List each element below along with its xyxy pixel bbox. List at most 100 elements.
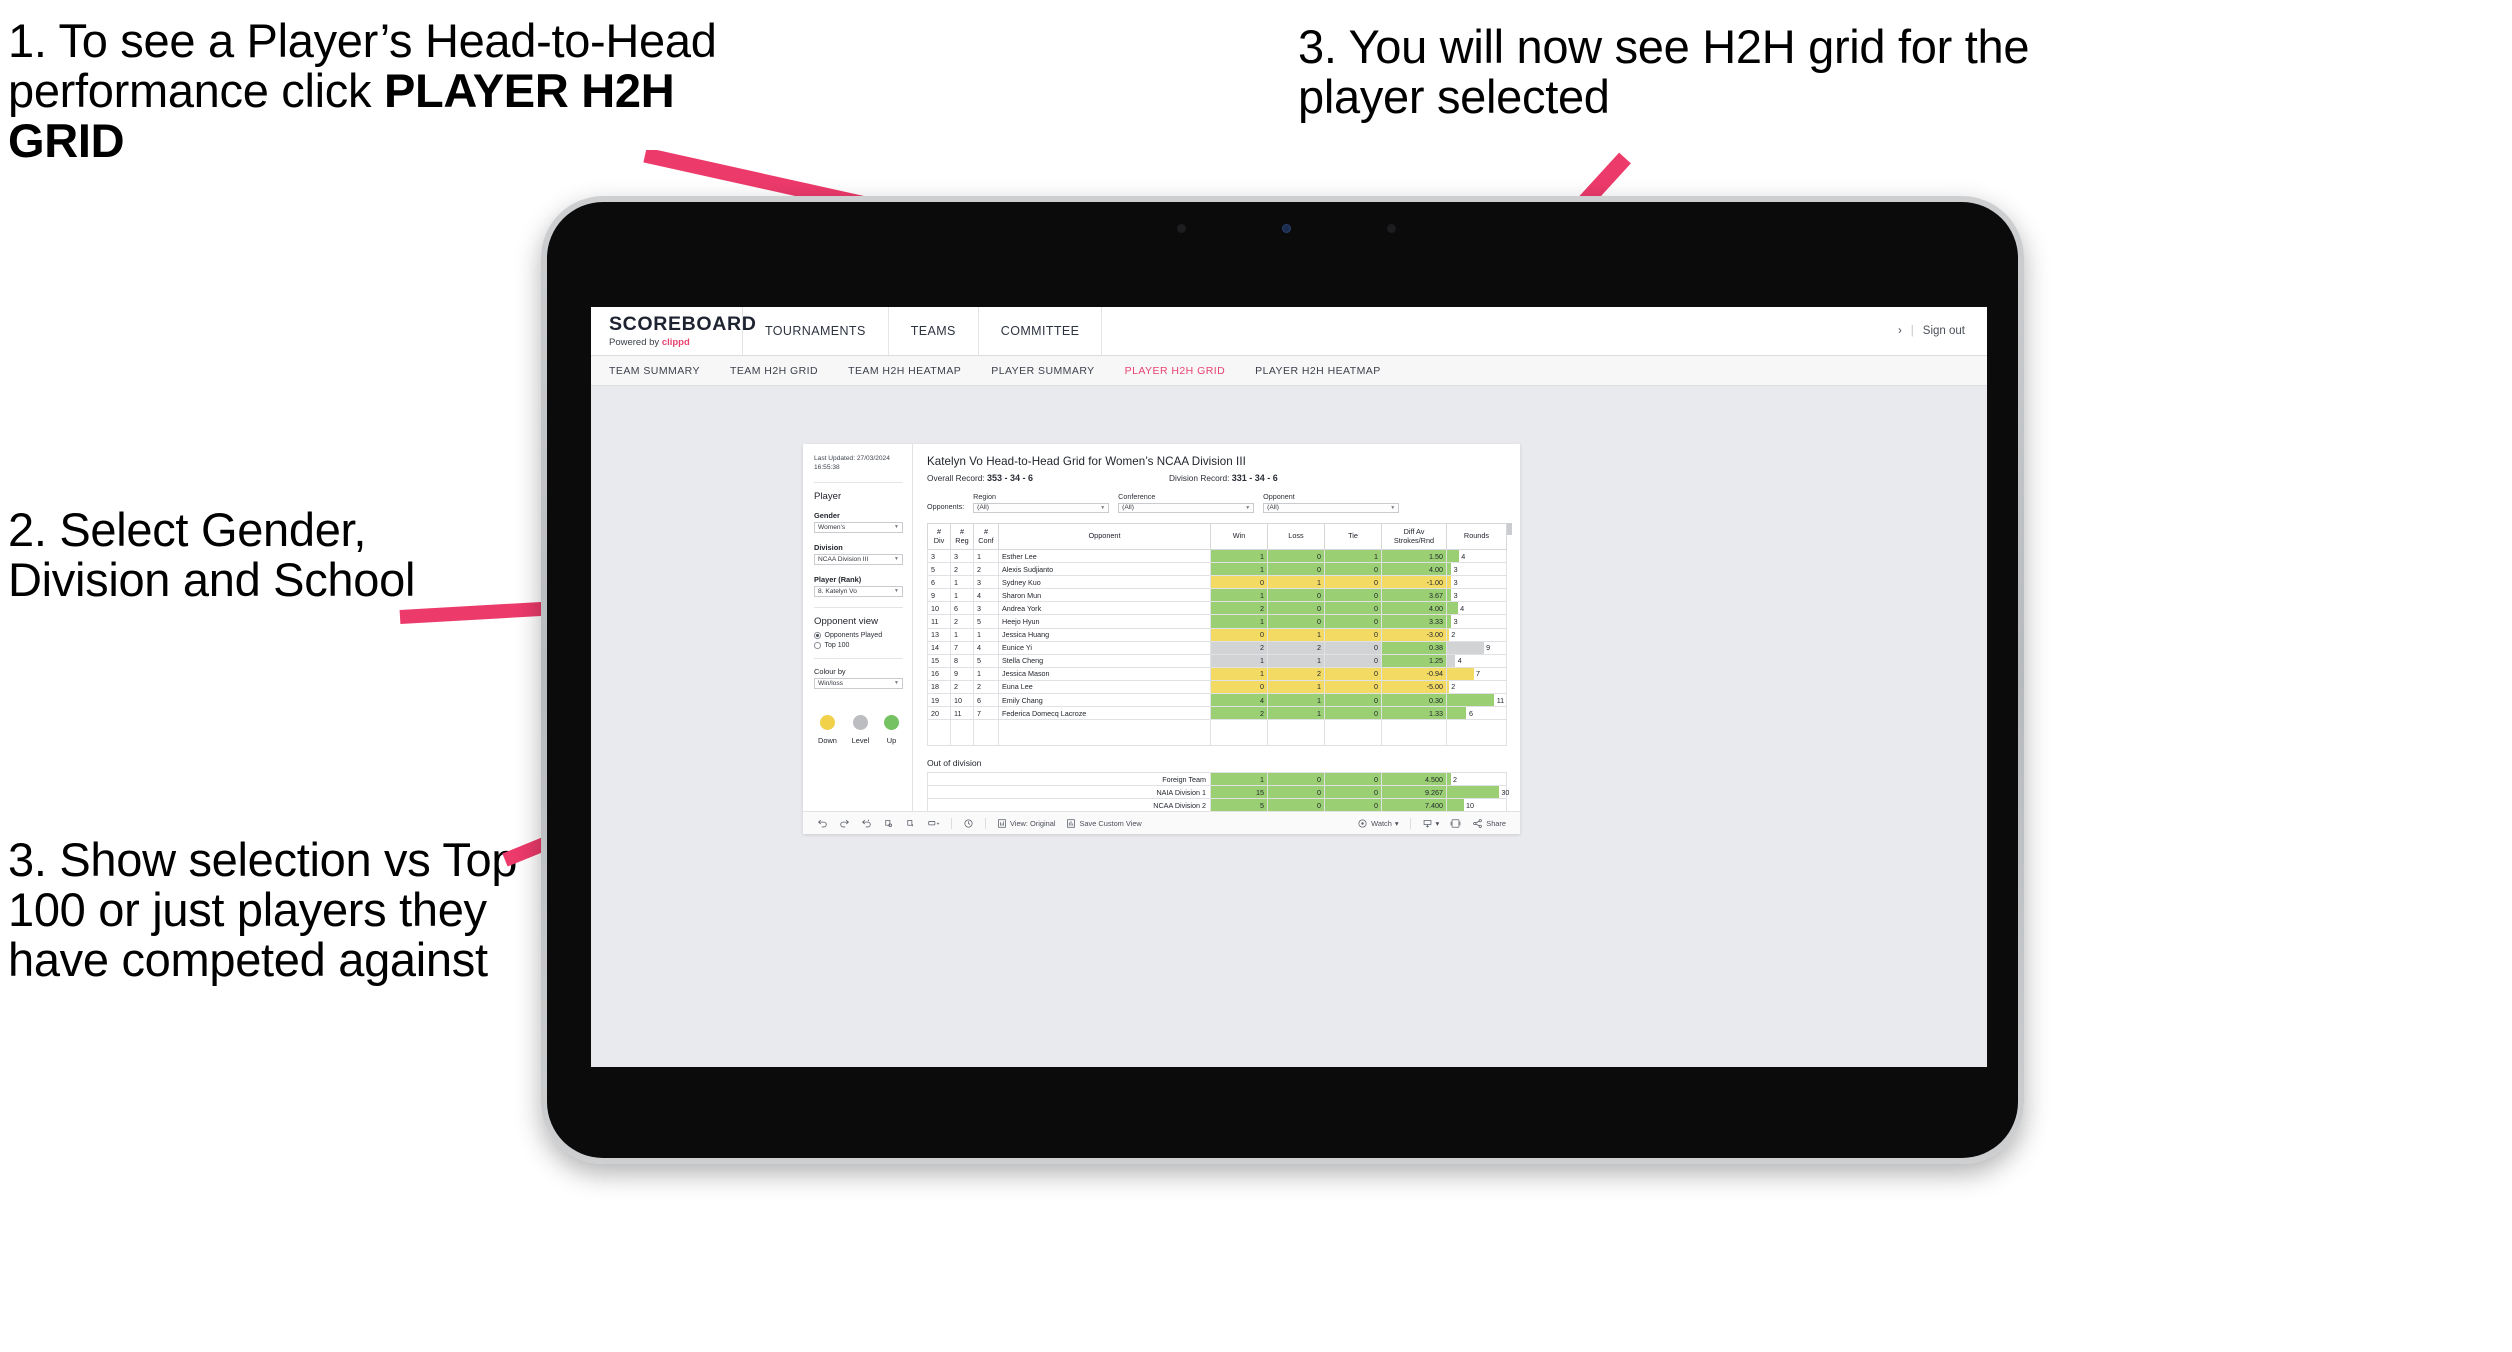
th-conf[interactable]: # Conf (973, 523, 999, 550)
tab-player-h2h-heatmap[interactable]: PLAYER H2H HEATMAP (1255, 365, 1381, 377)
region-filter: Region (All) ▼ (973, 492, 1110, 513)
conference-value: (All) (1122, 504, 1134, 512)
overall-record: Overall Record: 353 - 34 - 6 (927, 473, 1033, 483)
cell-diff: 4.500 (1381, 772, 1447, 787)
conference-label: Conference (1118, 492, 1156, 501)
tab-team-summary[interactable]: TEAM SUMMARY (609, 365, 700, 377)
th-div[interactable]: # Div (927, 523, 951, 550)
out-of-division-table-body: Foreign Team 1 0 0 4.500 2 NAIA Division 1 15 0 0… (927, 772, 1509, 813)
table-row[interactable]: 10 6 3 Andrea York 2 0 0 4.00 4 (927, 601, 1507, 616)
redo-icon[interactable] (839, 818, 850, 829)
save-custom-view-button[interactable]: Save Custom View (1066, 818, 1142, 829)
gender-label: Gender (814, 510, 840, 520)
view-original-button[interactable]: View: Original (997, 818, 1055, 829)
cell-conf: 6 (973, 693, 999, 708)
table-row[interactable]: 16 9 1 Jessica Mason 1 2 0 -0.94 7 (927, 666, 1507, 681)
region-value: (All) (977, 504, 989, 512)
tab-team-h2h-heatmap[interactable]: TEAM H2H HEATMAP (848, 365, 961, 377)
th-opponent[interactable]: Opponent (998, 523, 1211, 550)
revert-icon[interactable] (861, 818, 872, 829)
table-row[interactable]: NAIA Division 1 15 0 0 9.267 30 (927, 785, 1509, 800)
refresh-data-icon[interactable] (883, 818, 894, 829)
gender-select[interactable]: Women's ▼ (814, 521, 903, 533)
tab-player-summary[interactable]: PLAYER SUMMARY (991, 365, 1094, 377)
division-select[interactable]: NCAA Division III ▼ (814, 553, 903, 565)
share-button[interactable]: Share (1472, 818, 1506, 829)
cell-win: 15 (1210, 785, 1268, 800)
table-scrollbar[interactable] (1507, 523, 1512, 746)
legend-dot-level (852, 714, 868, 730)
cell-conf: 1 (973, 548, 999, 564)
th-rounds[interactable]: Rounds (1446, 523, 1507, 550)
rounds-value: 9 (1486, 643, 1491, 653)
table-row[interactable]: 19 10 6 Emily Chang 4 1 0 0.30 11 (927, 693, 1507, 708)
table-row[interactable]: 20 11 7 Federica Domecq Lacroze 2 1 0 1.33 6 (927, 706, 1507, 721)
undo-icon[interactable] (817, 818, 828, 829)
chevron-down-icon: ▼ (894, 524, 899, 531)
cell-rounds: 3 (1446, 614, 1507, 629)
history-icon[interactable] (963, 818, 974, 829)
chevron-right-icon[interactable]: › (1898, 325, 1902, 337)
table-row[interactable]: Foreign Team 1 0 0 4.500 2 (927, 772, 1507, 787)
radio-top-100[interactable]: Top 100 (814, 642, 903, 649)
brand-tagline: Powered by clippd (609, 337, 742, 348)
cell-tie: 0 (1324, 706, 1382, 721)
divider (951, 817, 952, 829)
table-row[interactable]: 15 8 5 Stella Cheng 1 1 0 1.25 4 (927, 653, 1507, 668)
region-select[interactable]: (All) ▼ (973, 502, 1110, 513)
cell-div: 15 (927, 653, 951, 668)
table-row[interactable]: 9 1 4 Sharon Mun 1 0 0 3.67 3 (927, 588, 1507, 603)
fullscreen-icon[interactable] (1450, 818, 1461, 829)
download-button[interactable]: ▾ (1422, 818, 1439, 829)
cell-rounds: 30 (1446, 785, 1509, 800)
pause-auto-update-icon[interactable] (905, 818, 916, 829)
th-tie[interactable]: Tie (1324, 523, 1382, 550)
topnav-item-tournaments[interactable]: TOURNAMENTS (743, 307, 889, 355)
th-loss[interactable]: Loss (1267, 523, 1325, 550)
workspace: Last Updated: 27/03/2024 16:55:38 Player… (591, 386, 1987, 1067)
brand-logo[interactable]: SCOREBOARD Powered by clippd (591, 307, 756, 355)
topnav-item-committee[interactable]: COMMITTEE (979, 307, 1103, 355)
colour-by-label: Colour by (814, 666, 846, 676)
rounds-value: 10 (1466, 800, 1475, 810)
th-win[interactable]: Win (1210, 523, 1268, 550)
tab-player-h2h-grid[interactable]: PLAYER H2H GRID (1125, 365, 1226, 377)
cell-opponent: Eunice Yi (998, 640, 1211, 655)
division-record-label: Division Record: (1168, 473, 1230, 483)
rounds-value: 2 (1451, 682, 1456, 692)
conference-select[interactable]: (All) ▼ (1118, 502, 1255, 513)
table-row[interactable]: 6 1 3 Sydney Kuo 0 1 0 -1.00 3 (927, 575, 1507, 590)
cell-group-name: NAIA Division 1 (927, 785, 1211, 800)
divider: | (1910, 325, 1914, 337)
topnav-item-teams[interactable]: TEAMS (889, 307, 979, 355)
colour-by-select[interactable]: Win/loss ▼ (814, 677, 903, 689)
table-row[interactable]: 14 7 4 Eunice Yi 2 2 0 0.38 9 (927, 640, 1507, 655)
cell-loss: 1 (1267, 627, 1325, 642)
table-row[interactable]: 18 2 2 Euna Lee 0 1 0 -5.00 2 (927, 679, 1507, 695)
th-reg[interactable]: # Reg (950, 523, 974, 550)
table-row[interactable]: 13 1 1 Jessica Huang 0 1 0 -3.00 2 (927, 627, 1507, 642)
cell-empty (927, 719, 951, 747)
cell-rounds: 2 (1446, 627, 1507, 642)
opponent-select[interactable]: (All) ▼ (1263, 502, 1400, 513)
radio-opponents-played[interactable]: Opponents Played (814, 632, 903, 639)
watch-button[interactable]: Watch ▾ (1357, 818, 1399, 829)
cell-tie: 0 (1324, 785, 1382, 800)
rounds-bar (1447, 799, 1464, 812)
player-rank-select[interactable]: 8. Katelyn Vo ▼ (814, 585, 903, 597)
chevron-down-icon: ▼ (1100, 504, 1106, 511)
table-scrollbar-thumb[interactable] (1507, 523, 1512, 535)
cell-group-name: Foreign Team (927, 772, 1211, 787)
table-row[interactable]: 5 2 2 Alexis Sudjianto 1 0 0 4.00 3 (927, 562, 1507, 577)
tab-team-h2h-grid[interactable]: TEAM H2H GRID (730, 365, 818, 377)
cell-tie: 0 (1324, 614, 1382, 629)
cell-diff: 3.67 (1381, 588, 1447, 603)
cell-tie: 0 (1324, 653, 1382, 668)
cell-tie: 0 (1324, 693, 1382, 708)
table-row[interactable]: 3 3 1 Esther Lee 1 0 1 1.50 4 (927, 548, 1507, 564)
table-row[interactable]: 11 2 5 Heejo Hyun 1 0 0 3.33 3 (927, 614, 1507, 629)
cell-loss: 1 (1267, 653, 1325, 668)
device-layout-icon[interactable] (927, 818, 940, 829)
th-diff[interactable]: Diff Av Strokes/Rnd (1381, 523, 1447, 550)
sign-out-link[interactable]: Sign out (1923, 325, 1965, 337)
